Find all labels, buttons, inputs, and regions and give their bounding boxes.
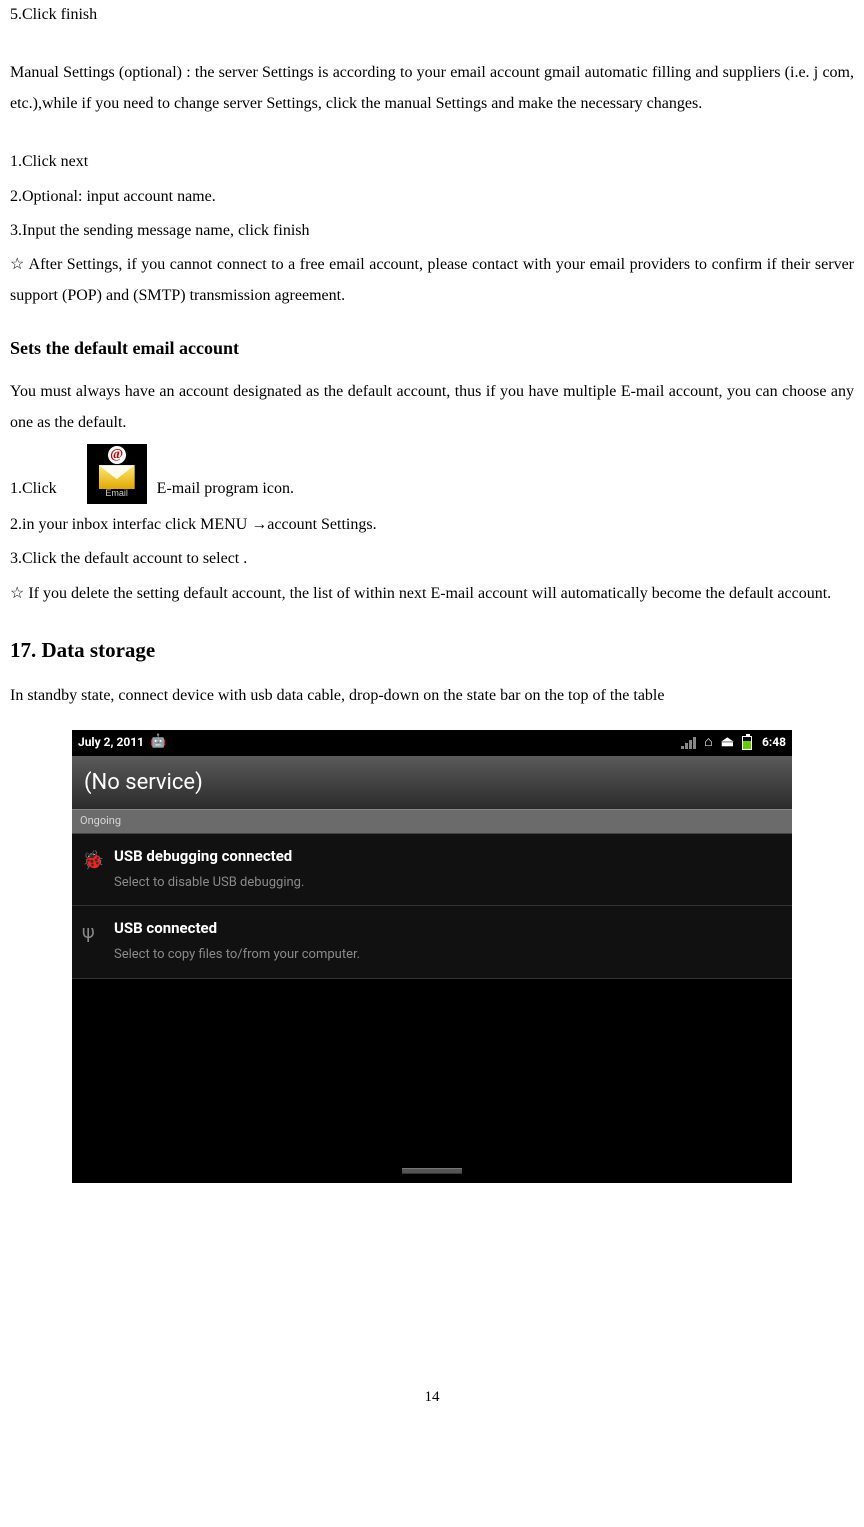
text-pre: 1.Click: [10, 474, 57, 504]
paragraph: 3.Input the sending message name, click …: [10, 216, 854, 246]
usb-icon: ψ: [82, 914, 104, 950]
email-app-icon: @ Email: [87, 444, 147, 504]
click-email-line: 1.Click @ Email E-mail program icon.: [10, 444, 854, 504]
paragraph: 5.Click finish: [10, 0, 854, 30]
heading-default-account: Sets the default email account: [10, 331, 854, 365]
eject-icon: ⏏: [721, 729, 734, 756]
bug-icon: 🐞: [82, 842, 104, 878]
note-paragraph: ☆ If you delete the setting default acco…: [10, 579, 854, 609]
carrier-label: (No service): [72, 756, 792, 810]
paragraph: 2.in your inbox interfac click MENU →acc…: [10, 510, 854, 540]
signal-icon: [681, 737, 696, 749]
status-bar[interactable]: July 2, 2011 🤖 ⌂ ⏏ 6:48: [72, 730, 792, 756]
android-screenshot: July 2, 2011 🤖 ⌂ ⏏ 6:48 (No service) Ong…: [72, 730, 792, 1183]
android-icon: 🤖: [150, 730, 166, 755]
home-icon: ⌂: [704, 729, 712, 756]
notification-subtitle: Select to copy files to/from your comput…: [114, 943, 360, 968]
status-date: July 2, 2011: [78, 731, 144, 754]
paragraph: In standby state, connect device with us…: [10, 681, 854, 711]
notification-usb-connected[interactable]: ψ USB connected Select to copy files to/…: [72, 906, 792, 978]
email-icon-label: Email: [105, 485, 128, 502]
page-number: 14: [10, 1383, 854, 1432]
battery-icon: [742, 736, 752, 750]
ongoing-header: Ongoing: [72, 809, 792, 834]
paragraph: 3.Click the default account to select .: [10, 544, 854, 574]
drawer-handle[interactable]: [72, 1159, 792, 1183]
empty-area: [72, 979, 792, 1159]
paragraph: 2.Optional: input account name.: [10, 182, 854, 212]
text-post: E-mail program icon.: [157, 474, 294, 504]
status-time: 6:48: [762, 731, 786, 754]
paragraph: Manual Settings (optional) : the server …: [10, 58, 854, 119]
paragraph: 1.Click next: [10, 147, 854, 177]
notification-title: USB debugging connected: [114, 842, 304, 871]
heading-data-storage: 17. Data storage: [10, 631, 854, 671]
notification-title: USB connected: [114, 914, 360, 943]
notification-usb-debugging[interactable]: 🐞 USB debugging connected Select to disa…: [72, 834, 792, 906]
paragraph: You must always have an account designat…: [10, 377, 854, 438]
note-paragraph: ☆ After Settings, if you cannot connect …: [10, 250, 854, 311]
notification-subtitle: Select to disable USB debugging.: [114, 871, 304, 896]
